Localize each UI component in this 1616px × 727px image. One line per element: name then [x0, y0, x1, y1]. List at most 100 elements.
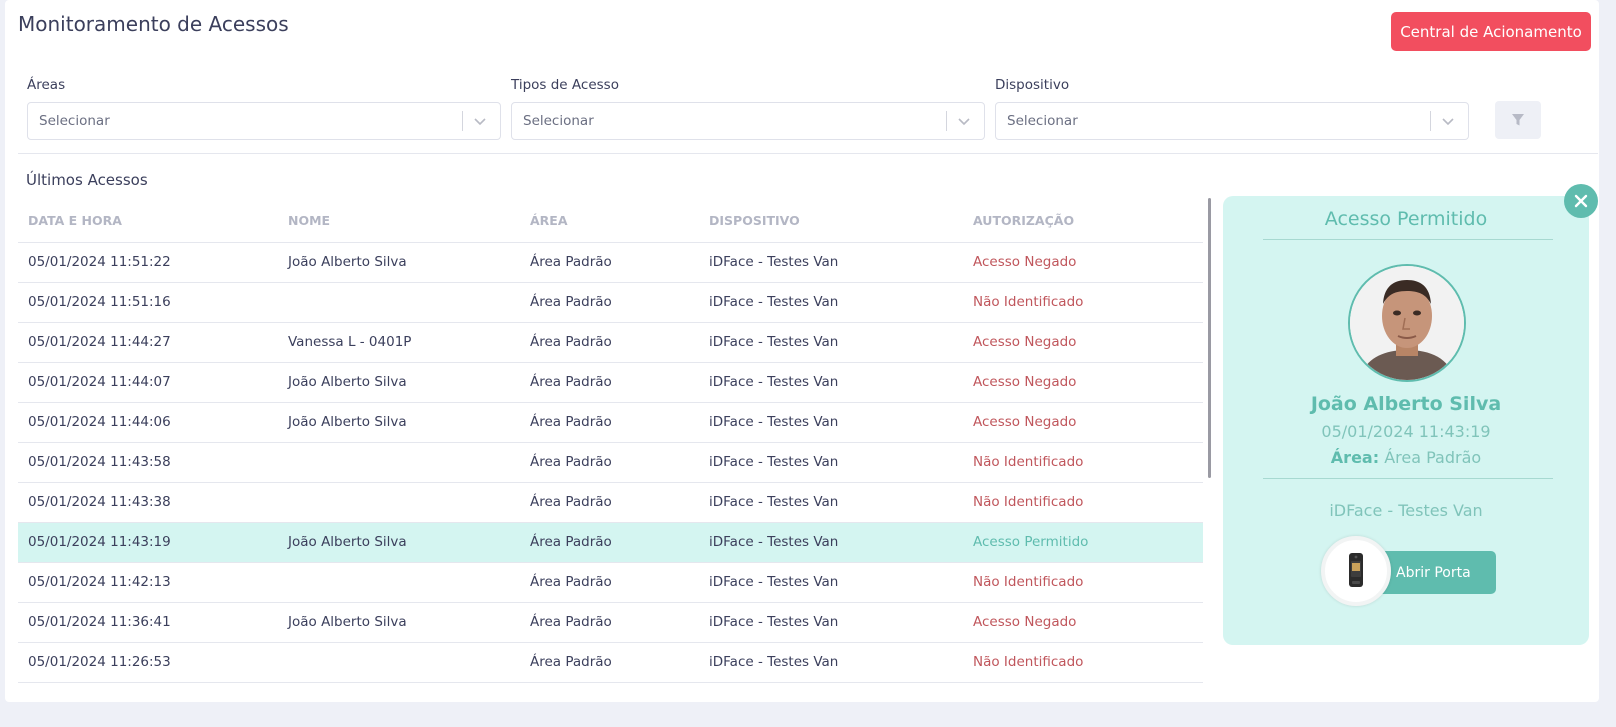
table-row[interactable]: 05/01/2024 11:36:41 João Alberto Silva Áre… [18, 602, 1203, 643]
row-name: João Alberto Silva [278, 522, 520, 563]
row-datetime: 05/01/2024 11:42:13 [18, 562, 278, 603]
face-reader-device-icon [1349, 553, 1363, 587]
row-name: João Alberto Silva [278, 242, 520, 283]
row-authorization: Acesso Negado [963, 322, 1203, 363]
column-header[interactable]: AUTORIZAÇÃO [963, 200, 1203, 243]
area-value: Área Padrão [1384, 448, 1482, 467]
column-header[interactable]: NOME [278, 200, 520, 243]
areas-select-value: Selecionar [39, 113, 110, 129]
area-label: Área: [1330, 448, 1380, 467]
chevron-down-icon [1442, 118, 1454, 126]
filter-dispositivo: Dispositivo Selecionar [995, 77, 1469, 140]
page-title: Monitoramento de Acessos [18, 12, 289, 36]
access-table-wrap: DATA E HORA NOME ÁREA DISPOSITIVO AUTORI… [18, 200, 1203, 683]
chevron-down-icon [474, 118, 486, 126]
row-area: Área Padrão [520, 442, 699, 483]
row-authorization: Acesso Permitido [963, 522, 1203, 563]
row-datetime: 05/01/2024 11:43:58 [18, 442, 278, 483]
row-authorization: Acesso Negado [963, 242, 1203, 283]
filter-areas: Áreas Selecionar [27, 77, 501, 140]
row-authorization: Não Identificado [963, 442, 1203, 483]
select-separator [1430, 111, 1431, 131]
person-name: João Alberto Silva [1310, 393, 1502, 415]
row-authorization: Acesso Negado [963, 362, 1203, 403]
select-separator [946, 111, 947, 131]
filter-dispositivo-label: Dispositivo [995, 77, 1070, 93]
row-device: iDFace - Testes Van [699, 602, 963, 643]
section-title: Últimos Acessos [26, 171, 148, 189]
row-datetime: 05/01/2024 11:51:22 [18, 242, 278, 283]
table-row[interactable]: 05/01/2024 11:26:53 Área Padrão iDFace - T… [18, 642, 1203, 683]
table-row[interactable]: 05/01/2024 11:44:07 João Alberto Silva Áre… [18, 362, 1203, 403]
table-row[interactable]: 05/01/2024 11:43:58 Área Padrão iDFace - T… [18, 442, 1203, 483]
row-name: João Alberto Silva [278, 402, 520, 443]
access-datetime: 05/01/2024 11:43:19 [1321, 422, 1491, 441]
main-card: Monitoramento de Acessos Central de Acio… [5, 0, 1599, 702]
row-device: iDFace - Testes Van [699, 242, 963, 283]
row-authorization: Não Identificado [963, 482, 1203, 523]
table-scrollbar[interactable] [1208, 198, 1211, 478]
panel-divider [1263, 478, 1553, 479]
row-area: Área Padrão [520, 282, 699, 323]
table-row[interactable]: 05/01/2024 11:44:06 João Alberto Silva Áre… [18, 402, 1203, 443]
areas-select[interactable]: Selecionar [27, 102, 501, 140]
row-area: Área Padrão [520, 482, 699, 523]
row-area: Área Padrão [520, 362, 699, 403]
row-name: João Alberto Silva [278, 362, 520, 403]
filter-button[interactable] [1495, 101, 1541, 139]
dispositivo-select-value: Selecionar [1007, 113, 1078, 129]
chevron-down-icon [958, 118, 970, 126]
row-datetime: 05/01/2024 11:51:16 [18, 282, 278, 323]
row-authorization: Acesso Negado [963, 402, 1203, 443]
row-device: iDFace - Testes Van [699, 362, 963, 403]
access-table: DATA E HORA NOME ÁREA DISPOSITIVO AUTORI… [18, 200, 1203, 683]
row-datetime: 05/01/2024 11:26:53 [18, 642, 278, 683]
row-datetime: 05/01/2024 11:43:38 [18, 482, 278, 523]
row-datetime: 05/01/2024 11:44:06 [18, 402, 278, 443]
table-row[interactable]: 05/01/2024 11:42:13 Área Padrão iDFace - T… [18, 562, 1203, 603]
panel-divider [1263, 239, 1553, 240]
open-door-label: Abrir Porta [1396, 564, 1471, 581]
row-name [278, 562, 520, 603]
column-header[interactable]: ÁREA [520, 200, 699, 243]
filter-areas-label: Áreas [27, 77, 66, 93]
person-avatar-icon [1350, 266, 1464, 380]
row-area: Área Padrão [520, 242, 699, 283]
row-area: Área Padrão [520, 602, 699, 643]
tipos-select-value: Selecionar [523, 113, 594, 129]
tipos-select[interactable]: Selecionar [511, 102, 985, 140]
row-name [278, 442, 520, 483]
row-device: iDFace - Testes Van [699, 322, 963, 363]
column-header[interactable]: DATA E HORA [18, 200, 278, 243]
table-row[interactable]: 05/01/2024 11:51:16 Área Padrão iDFace - T… [18, 282, 1203, 323]
row-area: Área Padrão [520, 402, 699, 443]
row-area: Área Padrão [520, 522, 699, 563]
row-datetime: 05/01/2024 11:43:19 [18, 522, 278, 563]
row-authorization: Não Identificado [963, 282, 1203, 323]
row-datetime: 05/01/2024 11:44:07 [18, 362, 278, 403]
row-authorization: Acesso Negado [963, 602, 1203, 643]
person-photo [1348, 264, 1466, 382]
table-row[interactable]: 05/01/2024 11:44:27 Vanessa L - 0401P Área… [18, 322, 1203, 363]
central-acionamento-button[interactable]: Central de Acionamento [1391, 12, 1591, 51]
row-device: iDFace - Testes Van [699, 562, 963, 603]
table-row[interactable]: 05/01/2024 11:43:38 Área Padrão iDFace - T… [18, 482, 1203, 523]
row-datetime: 05/01/2024 11:36:41 [18, 602, 278, 643]
row-name: João Alberto Silva [278, 602, 520, 643]
row-device: iDFace - Testes Van [699, 402, 963, 443]
column-header[interactable]: DISPOSITIVO [699, 200, 963, 243]
row-device: iDFace - Testes Van [699, 282, 963, 323]
close-panel-button[interactable] [1564, 184, 1598, 218]
row-area: Área Padrão [520, 322, 699, 363]
table-row[interactable]: 05/01/2024 11:43:19 João Alberto Silva Áre… [18, 522, 1203, 563]
device-image [1321, 536, 1391, 606]
access-detail-panel: Acesso Permitido João Alberto Silva 05/0… [1223, 196, 1589, 645]
row-device: iDFace - Testes Van [699, 482, 963, 523]
row-name [278, 482, 520, 523]
divider [18, 153, 1598, 154]
dispositivo-select[interactable]: Selecionar [995, 102, 1469, 140]
row-authorization: Não Identificado [963, 642, 1203, 683]
table-header-row: DATA E HORA NOME ÁREA DISPOSITIVO AUTORI… [18, 200, 1203, 243]
row-device: iDFace - Testes Van [699, 442, 963, 483]
table-row[interactable]: 05/01/2024 11:51:22 João Alberto Silva Áre… [18, 242, 1203, 283]
